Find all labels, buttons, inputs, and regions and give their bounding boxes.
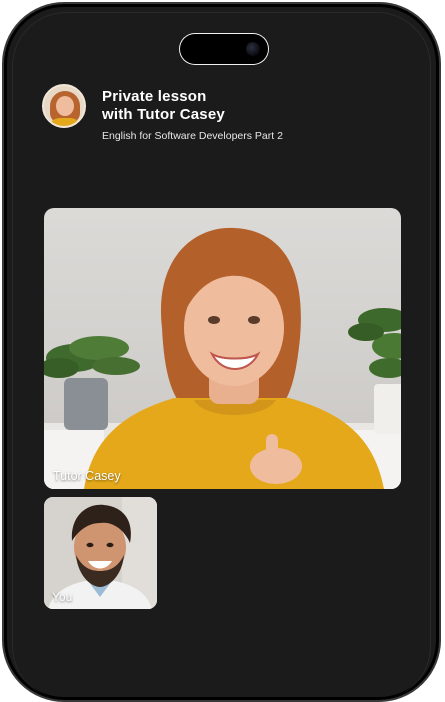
call-subtitle: English for Software Developers Part 2 <box>102 130 283 142</box>
dynamic-island <box>180 34 268 64</box>
self-name-label: You <box>52 590 73 604</box>
tutor-video-feed <box>44 227 401 489</box>
call-header: Private lesson with Tutor Casey English … <box>42 84 415 154</box>
front-camera-icon <box>246 42 260 56</box>
call-title-line2: with Tutor Casey <box>102 106 225 123</box>
tutor-name-label: Tutor Casey <box>53 469 121 483</box>
tutor-avatar[interactable] <box>42 84 86 128</box>
tutor-video-tile[interactable]: Tutor Casey <box>44 208 401 489</box>
call-title-line1: Private lesson <box>102 88 207 105</box>
self-video-tile[interactable]: You <box>44 497 157 609</box>
